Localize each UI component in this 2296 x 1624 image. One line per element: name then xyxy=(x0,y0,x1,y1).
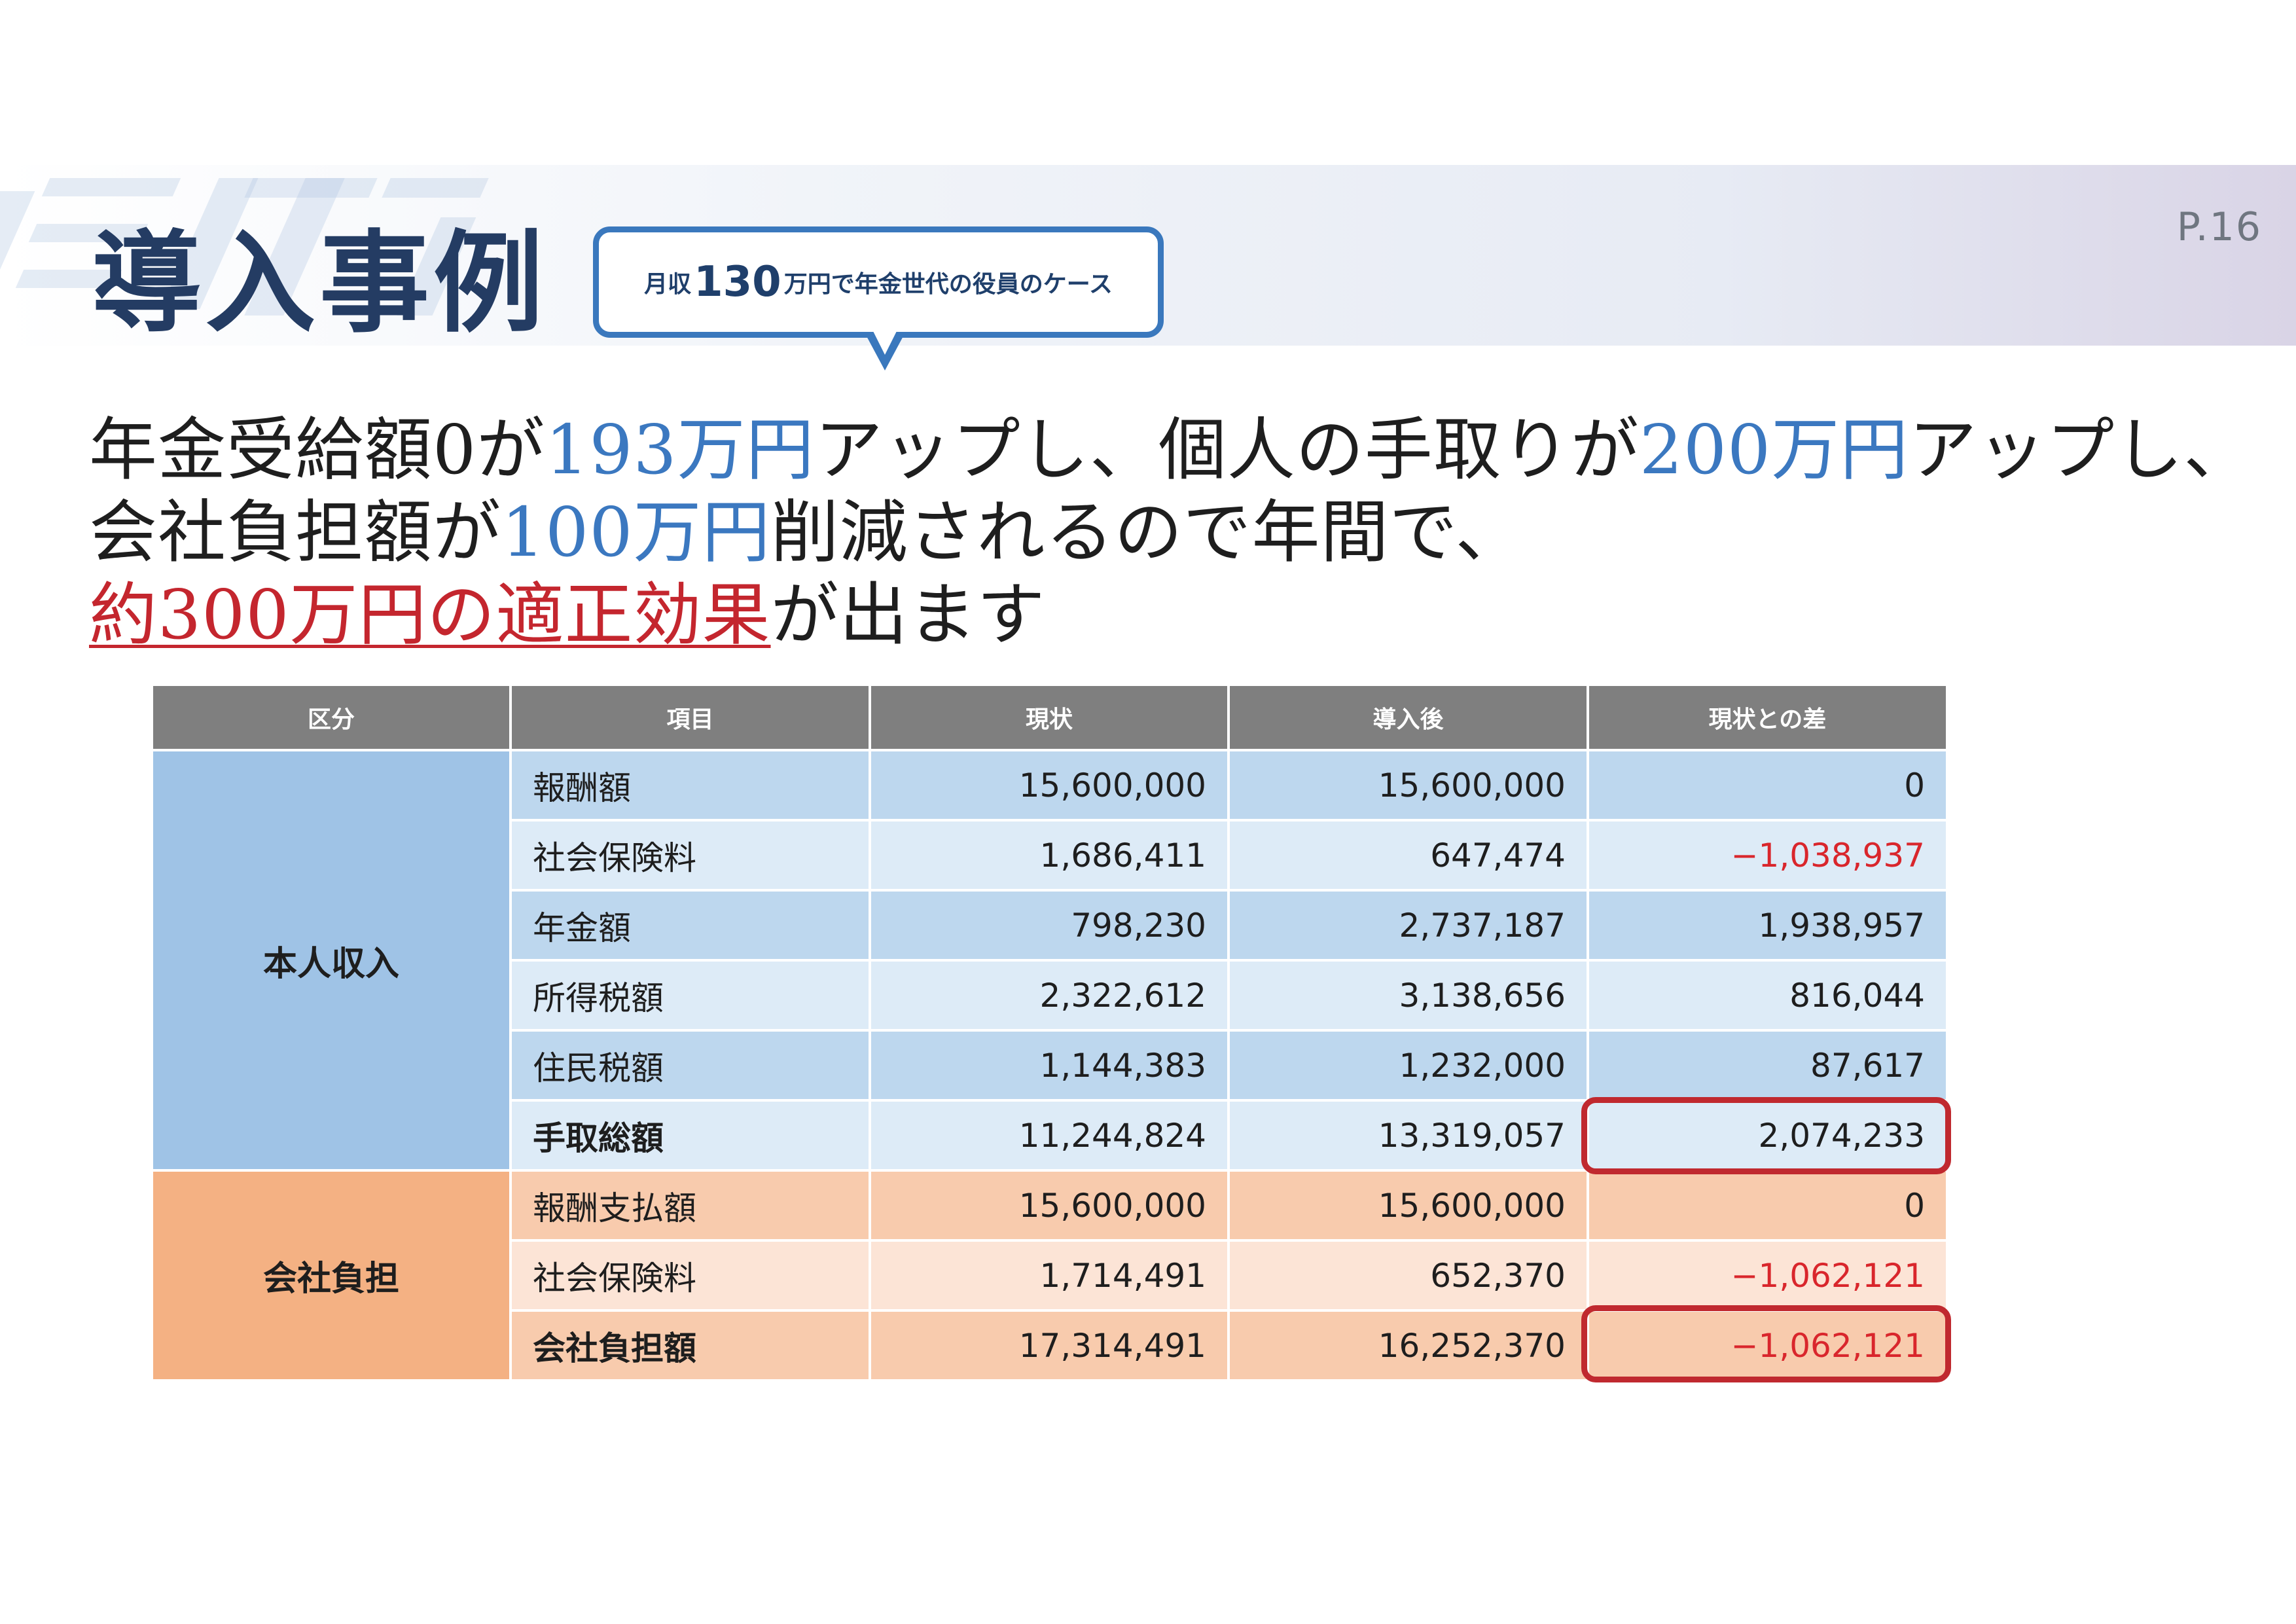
difference-cell: −1,038,937 xyxy=(1589,821,1946,889)
difference-cell: 0 xyxy=(1589,1172,1946,1239)
difference-cell: 2,074,233 xyxy=(1589,1102,1946,1169)
headline-segment: 約300万円の適正効果 xyxy=(89,575,771,655)
header-category: 区分 xyxy=(153,686,509,749)
headline-segment: 年金受給額0が xyxy=(89,410,546,490)
table-row: 本人収入 報酬額 15,600,000 15,600,000 0 xyxy=(153,751,1946,1169)
headline: 年金受給額0が193万円アップし、個人の手取りが200万円アップし、 会社負担額… xyxy=(89,408,2253,656)
item-cell: 手取総額 xyxy=(512,1102,869,1169)
current-value-cell: 15,600,000 xyxy=(871,751,1227,819)
bubble-prefix: 月収 xyxy=(644,271,692,298)
headline-line-1: 年金受給額0が193万円アップし、個人の手取りが200万円アップし、 xyxy=(89,408,2253,491)
headline-segment: 会社負担額が xyxy=(89,492,502,572)
after-value-cell: 15,600,000 xyxy=(1230,751,1587,819)
header-after: 導入後 xyxy=(1230,686,1587,749)
after-value-cell: 2,737,187 xyxy=(1230,892,1587,959)
item-cell: 住民税額 xyxy=(512,1032,869,1099)
item-cell: 年金額 xyxy=(512,892,869,959)
difference-cell: 0 xyxy=(1589,751,1946,819)
current-value-cell: 1,144,383 xyxy=(871,1032,1227,1099)
headline-segment: 200万円 xyxy=(1639,410,1909,490)
after-value-cell: 647,474 xyxy=(1230,821,1587,889)
item-cell: 社会保険料 xyxy=(512,1242,869,1309)
after-value-cell: 3,138,656 xyxy=(1230,962,1587,1029)
table-header-row: 区分 項目 現状 導入後 現状との差 xyxy=(153,686,1946,749)
comparison-table: 区分 項目 現状 導入後 現状との差 本人収入 報酬額 15,600,000 15,6… xyxy=(151,683,1948,1382)
headline-segment: 193万円 xyxy=(545,410,815,490)
item-cell: 会社負担額 xyxy=(512,1312,869,1379)
current-value-cell: 798,230 xyxy=(871,892,1227,959)
after-value-cell: 15,600,000 xyxy=(1230,1172,1587,1239)
bubble-number: 130 xyxy=(694,258,781,306)
headline-line-2: 会社負担額が100万円削減されるので年間で、 xyxy=(89,491,2249,573)
item-cell: 所得税額 xyxy=(512,962,869,1029)
header-current: 現状 xyxy=(871,686,1227,749)
current-value-cell: 11,244,824 xyxy=(871,1102,1227,1169)
bubble-tail-inner xyxy=(873,331,897,355)
after-value-cell: 652,370 xyxy=(1230,1242,1587,1309)
page-number: P.16 xyxy=(2176,204,2262,250)
difference-cell: 1,938,957 xyxy=(1589,892,1946,959)
headline-segment: アップし、個人の手取りが xyxy=(814,410,1640,490)
difference-cell: −1,062,121 xyxy=(1589,1242,1946,1309)
difference-cell: 816,044 xyxy=(1589,962,1946,1029)
headline-line-3: 約300万円の適正効果が出ます xyxy=(89,573,2249,656)
header-difference: 現状との差 xyxy=(1589,686,1946,749)
current-value-cell: 15,600,000 xyxy=(871,1172,1227,1239)
after-value-cell: 13,319,057 xyxy=(1230,1102,1587,1169)
table-row: 会社負担 報酬支払額 15,600,000 15,600,000 0 xyxy=(153,1172,1946,1379)
headline-segment: が出ます xyxy=(770,575,1046,655)
page-title: 導入事例 xyxy=(92,218,547,348)
item-cell: 報酬額 xyxy=(512,751,869,819)
current-value-cell: 1,714,491 xyxy=(871,1242,1227,1309)
header-item: 項目 xyxy=(512,686,869,749)
item-cell: 社会保険料 xyxy=(512,821,869,889)
difference-cell: −1,062,121 xyxy=(1589,1312,1946,1379)
group-label: 本人収入 xyxy=(153,751,509,1169)
current-value-cell: 2,322,612 xyxy=(871,962,1227,1029)
bubble-suffix: 万円で年金世代の役員のケース xyxy=(783,271,1113,298)
headline-segment: アップし、 xyxy=(1909,410,2253,490)
after-value-cell: 1,232,000 xyxy=(1230,1032,1587,1099)
headline-segment: 削減されるので年間で、 xyxy=(770,492,1524,572)
current-value-cell: 1,686,411 xyxy=(871,821,1227,889)
group-label: 会社負担 xyxy=(153,1172,509,1379)
case-label-bubble: 月収 130 万円で年金世代の役員のケース xyxy=(593,226,1164,338)
headline-segment: 100万円 xyxy=(501,492,771,572)
after-value-cell: 16,252,370 xyxy=(1230,1312,1587,1379)
difference-cell: 87,617 xyxy=(1589,1032,1946,1099)
current-value-cell: 17,314,491 xyxy=(871,1312,1227,1379)
item-cell: 報酬支払額 xyxy=(512,1172,869,1239)
